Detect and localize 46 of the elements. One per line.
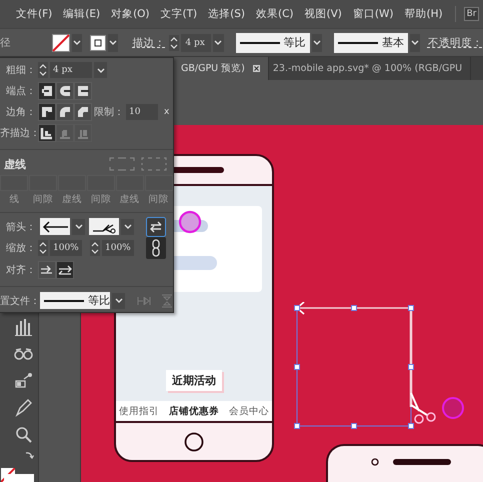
brush-dropdown[interactable]: 基本 (334, 32, 408, 52)
nav-item[interactable]: 店铺优惠券 (169, 404, 219, 418)
profile-dropdown[interactable]: 等比 (40, 292, 110, 310)
start-scale-field[interactable]: 100% (50, 240, 82, 256)
menu-item[interactable]: 视图(V) (304, 7, 342, 21)
menu-item[interactable]: 选择(S) (208, 7, 245, 21)
limit-label: 限制： (93, 106, 124, 120)
opacity-label[interactable]: 不透明度： (428, 36, 483, 50)
bridge-button[interactable]: Br (464, 7, 480, 21)
menu-item[interactable]: 效果(C) (256, 7, 294, 21)
limit-field[interactable]: 10 (126, 104, 158, 120)
dash-field-label: 虚线 (61, 192, 84, 207)
menu-item[interactable]: 文件(F) (16, 7, 52, 21)
nav-item[interactable]: 会员中心 (229, 404, 269, 418)
corner-label: 边角： (5, 106, 36, 120)
end-scale-field[interactable]: 100% (102, 240, 134, 256)
menu-item[interactable]: 对象(O) (111, 7, 150, 21)
menu-item[interactable]: 帮助(H) (404, 7, 443, 21)
arrow-align-label: 对齐： (5, 264, 36, 277)
profile-value: 等比 (88, 293, 110, 308)
dash-field-label: 间隙 (32, 192, 54, 207)
stroke-weight-field[interactable]: 4 px (181, 34, 212, 52)
menu-item[interactable]: 编辑(E) (63, 7, 100, 21)
weight-field[interactable]: 4 px (50, 62, 92, 78)
dash-field-label: 线 (8, 192, 20, 207)
menu-item[interactable]: 文字(T) (160, 7, 198, 21)
section-title: 近期活动 (166, 370, 222, 391)
object-type-label: 径 (0, 36, 12, 50)
variable-width-profile-dropdown[interactable]: 等比 (236, 32, 310, 52)
dash-field-label: 虚线 (118, 192, 141, 207)
profile-label: 等比 (284, 35, 306, 50)
weight-label: 粗细： (5, 64, 36, 78)
menu-item[interactable]: 窗口(W) (352, 7, 394, 21)
align-stroke-label: 齐描边： (0, 126, 36, 140)
scale-label: 缩放： (5, 242, 36, 256)
document-tab[interactable]: GB/GPU 预览) (177, 57, 269, 80)
brush-label: 基本 (382, 35, 404, 50)
dash-field-label: 间隙 (148, 192, 170, 207)
arrowheads-label: 箭头： (5, 220, 36, 234)
profile-label: 置文件： (0, 294, 36, 308)
stroke-label[interactable]: 描边： (132, 36, 166, 50)
nav-item[interactable]: 使用指引 (119, 404, 159, 418)
limit-unit: x (164, 107, 170, 118)
cap-label: 端点： (5, 84, 36, 98)
dashed-line-label: 虚线 (4, 156, 26, 172)
dash-field-label: 间隙 (90, 192, 112, 207)
